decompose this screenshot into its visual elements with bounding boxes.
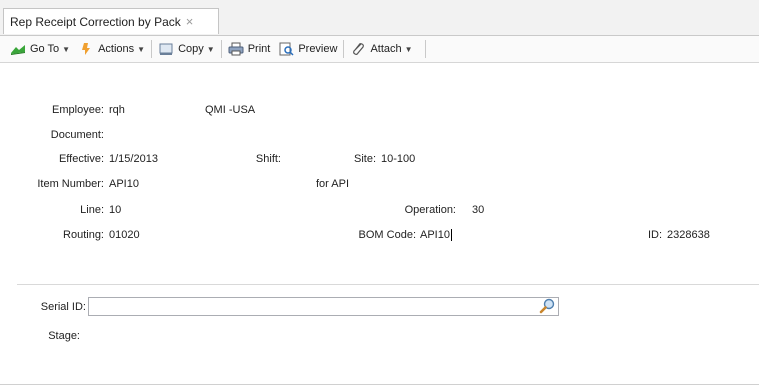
chevron-down-icon: ▼ <box>404 44 413 54</box>
tab-title: Rep Receipt Correction by Pack <box>10 14 181 29</box>
item-number-value: API10 <box>109 178 139 190</box>
chevron-down-icon: ▼ <box>137 44 146 54</box>
chevron-down-icon: ▼ <box>206 44 215 54</box>
preview-icon <box>278 42 294 56</box>
actions-button[interactable]: Actions ▼ <box>74 38 149 60</box>
document-label: Document: <box>50 129 104 141</box>
goto-button[interactable]: Go To ▼ <box>6 38 74 60</box>
section-divider <box>17 284 759 285</box>
search-button[interactable] <box>536 297 558 316</box>
routing-label: Routing: <box>63 229 104 241</box>
serial-id-input[interactable] <box>88 297 559 316</box>
operation-label: Operation: <box>404 204 456 216</box>
print-label: Print <box>247 43 271 55</box>
copy-button[interactable]: Copy ▼ <box>154 38 219 60</box>
attach-button[interactable]: Attach ▼ <box>346 38 416 60</box>
toolbar-divider <box>220 40 222 58</box>
id-value: 2328638 <box>667 229 710 241</box>
toolbar-divider <box>424 40 426 58</box>
toolbar-divider <box>343 40 345 58</box>
employee-label: Employee: <box>52 104 104 116</box>
stage-label: Stage: <box>48 330 80 342</box>
company-value: QMI -USA <box>205 104 256 116</box>
goto-label: Go To <box>30 43 60 55</box>
preview-button[interactable]: Preview <box>274 38 341 60</box>
attach-label: Attach <box>370 43 402 55</box>
goto-icon <box>10 42 26 56</box>
actions-label: Actions <box>98 43 135 55</box>
attach-icon <box>350 42 366 56</box>
shift-label: Shift: <box>255 153 281 165</box>
routing-value: 01020 <box>109 229 140 241</box>
operation-value: 30 <box>472 204 485 216</box>
item-description: for API <box>316 178 350 190</box>
bottom-border <box>0 384 759 385</box>
print-button[interactable]: Print <box>224 38 275 60</box>
close-icon[interactable]: × <box>186 14 194 29</box>
site-value: 10-100 <box>381 153 416 165</box>
employee-value: rqh <box>109 104 125 116</box>
effective-label: Effective: <box>58 153 104 165</box>
preview-label: Preview <box>298 43 338 55</box>
chevron-down-icon: ▼ <box>62 44 71 54</box>
line-value: 10 <box>109 204 122 216</box>
site-label: Site: <box>353 153 376 165</box>
id-label: ID: <box>647 229 662 241</box>
toolbar-divider <box>151 40 153 58</box>
effective-value: 1/15/2013 <box>109 153 158 165</box>
print-icon <box>228 42 244 56</box>
bom-code-value[interactable]: API10 <box>420 228 452 242</box>
toolbar: Go To ▼ Actions ▼ Copy ▼ Print Preview A… <box>0 36 759 63</box>
bom-code-label: BOM Code: <box>358 229 416 241</box>
copy-icon <box>158 42 174 56</box>
search-icon <box>539 298 555 314</box>
tab-rep-receipt-correction[interactable]: Rep Receipt Correction by Pack × <box>3 8 219 34</box>
tab-strip: Rep Receipt Correction by Pack × <box>0 0 759 36</box>
item-number-label: Item Number: <box>37 178 104 190</box>
copy-label: Copy <box>178 43 204 55</box>
bom-code-text: API10 <box>420 229 450 241</box>
serial-id-label: Serial ID: <box>40 301 86 313</box>
line-label: Line: <box>80 204 104 216</box>
actions-icon <box>78 42 94 56</box>
text-cursor <box>450 229 452 242</box>
